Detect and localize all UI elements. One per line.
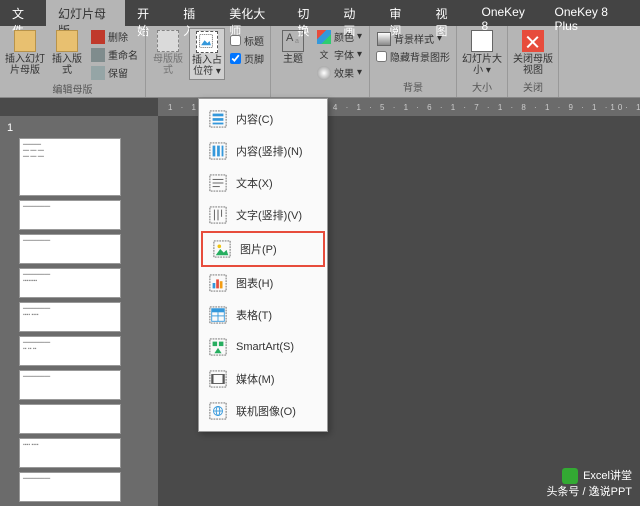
dropdown-text[interactable]: 文本(X) — [199, 167, 327, 199]
theme-button[interactable]: Aa 主题 — [275, 28, 311, 67]
effect-icon — [317, 66, 331, 80]
content-v-icon — [209, 142, 227, 160]
online-image-icon — [209, 402, 227, 420]
dropdown-online-image[interactable]: 联机图像(O) — [199, 395, 327, 427]
close-master-button[interactable]: 关闭母版视图 — [512, 28, 554, 78]
group-label-close: 关闭 — [512, 79, 554, 95]
tab-transition[interactable]: 切换 — [285, 0, 331, 26]
font-icon: 文 — [317, 48, 331, 62]
thumbnail-layout[interactable]: ▪▪▪▪ ▪▪▪▪ — [19, 438, 121, 468]
group-master-layout: 母版版式 插入占位符 ▾ 标题 页脚 — [146, 26, 271, 97]
thumbnail-layout[interactable]: ━━━━━━━━━ — [19, 200, 121, 230]
table-icon — [209, 306, 227, 324]
slide-size-button[interactable]: 幻灯片大小 ▾ — [461, 28, 503, 78]
color-icon — [317, 30, 331, 44]
footer-checkbox[interactable]: 页脚 — [228, 50, 266, 67]
dropdown-smartart[interactable]: SmartArt(S) — [199, 331, 327, 363]
delete-icon — [91, 30, 105, 44]
dropdown-table[interactable]: 表格(T) — [199, 299, 327, 331]
close-icon — [522, 30, 544, 52]
thumbnail-layout[interactable]: ━━━━━━━━━▪▪▪▪ ▪▪▪▪ — [19, 302, 121, 332]
group-label-master-layout — [150, 83, 266, 95]
tab-slide-master[interactable]: 幻灯片母版 — [46, 0, 125, 26]
content-icon — [209, 110, 227, 128]
title-checkbox[interactable]: 标题 — [228, 32, 266, 49]
tab-animation[interactable]: 动画 — [331, 0, 377, 26]
tab-onekey8[interactable]: OneKey 8 — [470, 0, 543, 26]
slide-master-icon — [14, 30, 36, 52]
dropdown-picture[interactable]: 图片(P) — [201, 231, 325, 267]
layout-icon — [56, 30, 78, 52]
vertical-ruler — [140, 116, 158, 506]
bg-style-button[interactable]: 背景样式 ▾ — [374, 30, 452, 47]
slide-number: 1 — [7, 122, 136, 134]
thumbnail-layout[interactable]: ━━━━━━━━━ — [19, 370, 121, 400]
hide-bg-checkbox[interactable]: 隐藏背景图形 — [374, 48, 452, 65]
dropdown-media[interactable]: 媒体(M) — [199, 363, 327, 395]
thumbnail-layout[interactable]: ━━━━━━━━━ — [19, 234, 121, 264]
rename-button[interactable]: 重命名 — [88, 46, 141, 63]
preserve-button[interactable]: 保留 — [88, 64, 141, 81]
media-icon — [209, 370, 227, 388]
master-layout-button[interactable]: 母版版式 — [150, 28, 186, 78]
bg-style-icon — [377, 32, 391, 46]
delete-button[interactable]: 删除 — [88, 28, 141, 45]
group-close: 关闭母版视图 关闭 — [508, 26, 559, 97]
insert-slide-master-button[interactable]: 插入幻灯片母版 — [4, 28, 46, 78]
dropdown-content[interactable]: 内容(C) — [199, 103, 327, 135]
thumbnail-layout[interactable]: ━━━━━━━━━ — [19, 472, 121, 502]
dropdown-text-vertical[interactable]: 文字(竖排)(V) — [199, 199, 327, 231]
group-label-size: 大小 — [461, 79, 503, 95]
group-edit-master: 插入幻灯片母版 插入版式 删除 重命名 保留 编辑母版 — [0, 26, 146, 97]
placeholder-dropdown: 内容(C) 内容(竖排)(N) 文本(X) 文字(竖排)(V) 图片(P) 图表… — [198, 98, 328, 432]
tab-home[interactable]: 开始 — [125, 0, 171, 26]
group-label-background: 背景 — [374, 79, 452, 95]
tab-insert[interactable]: 插入 — [171, 0, 217, 26]
text-v-icon — [209, 206, 227, 224]
thumbnail-layout[interactable]: ━━━━━━━━━▪▪ ▪▪ ▪▪ — [19, 336, 121, 366]
insert-layout-button[interactable]: 插入版式 — [49, 28, 85, 78]
thumbnail-layout[interactable] — [19, 404, 121, 434]
color-button[interactable]: 颜色 ▾ — [314, 28, 365, 45]
group-size: 幻灯片大小 ▾ 大小 — [457, 26, 508, 97]
dropdown-content-vertical[interactable]: 内容(竖排)(N) — [199, 135, 327, 167]
font-button[interactable]: 文字体 ▾ — [314, 46, 365, 63]
group-background: 背景样式 ▾ 隐藏背景图形 背景 — [370, 26, 457, 97]
slide-size-icon — [471, 30, 493, 52]
thumbnail-layout[interactable]: ━━━━━━━━━▪▪▪▪▪▪▪▪ — [19, 268, 121, 298]
thumbnail-panel: 1 ━━━━━━━━ ━━ ━━━━ ━━ ━━ ━━━━━━━━━ ━━━━━… — [0, 116, 140, 506]
master-layout-icon — [157, 30, 179, 52]
menu-tabs: 文件 幻灯片母版 开始 插入 美化大师 切换 动画 审阅 视图 OneKey 8… — [0, 0, 640, 26]
picture-icon — [213, 240, 231, 258]
theme-icon: Aa — [282, 30, 304, 52]
chart-icon — [209, 274, 227, 292]
group-edit-theme: Aa 主题 颜色 ▾ 文字体 ▾ 效果 ▾ — [271, 26, 370, 97]
insert-placeholder-button[interactable]: 插入占位符 ▾ — [189, 28, 225, 80]
tab-file[interactable]: 文件 — [0, 0, 46, 26]
watermark: Excel讲堂 头条号 / 逸说PPT — [546, 468, 632, 500]
group-label-edit-master: 编辑母版 — [4, 81, 141, 97]
tab-view[interactable]: 视图 — [423, 0, 469, 26]
tab-beautify[interactable]: 美化大师 — [217, 0, 285, 26]
text-icon — [209, 174, 227, 192]
thumbnail-master[interactable]: ━━━━━━━━ ━━ ━━━━ ━━ ━━ — [19, 138, 121, 196]
rename-icon — [91, 48, 105, 62]
placeholder-icon — [196, 31, 218, 53]
tab-onekey8plus[interactable]: OneKey 8 Plus — [543, 0, 640, 26]
tab-review[interactable]: 审阅 — [377, 0, 423, 26]
dropdown-chart[interactable]: 图表(H) — [199, 267, 327, 299]
ribbon: 插入幻灯片母版 插入版式 删除 重命名 保留 编辑母版 母版版式 插入占位符 ▾ — [0, 26, 640, 98]
smartart-icon — [209, 338, 227, 356]
effect-button[interactable]: 效果 ▾ — [314, 64, 365, 81]
preserve-icon — [91, 66, 105, 80]
wechat-icon — [562, 468, 578, 484]
